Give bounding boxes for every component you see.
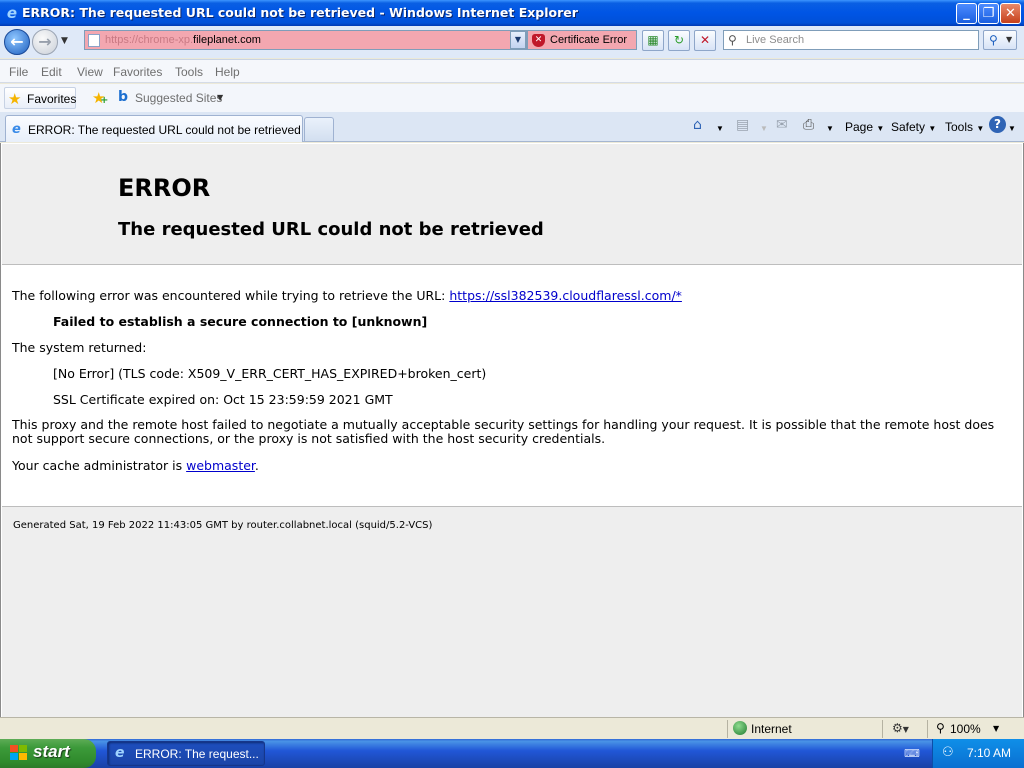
- read-mail-icon[interactable]: ✉: [776, 117, 788, 133]
- title-bar: e ERROR: The requested URL could not be …: [0, 0, 1024, 26]
- refresh-button[interactable]: ↻: [668, 30, 690, 51]
- system-returned-label: The system returned:: [12, 340, 147, 355]
- home-dropdown[interactable]: ▼: [716, 120, 724, 134]
- failure-reason: Failed to establish a secure connection …: [53, 314, 428, 329]
- error-header: ERROR The requested URL could not be ret…: [2, 144, 1022, 265]
- compatibility-view-button[interactable]: ▦: [642, 30, 664, 51]
- feeds-dropdown[interactable]: ▼: [760, 120, 768, 134]
- start-button[interactable]: start: [0, 739, 96, 768]
- magnifier-icon: ⚲: [989, 33, 998, 47]
- keyboard-icon[interactable]: ⌨: [904, 747, 920, 760]
- forward-button[interactable]: →: [32, 29, 58, 55]
- ie-logo-icon: e: [6, 4, 18, 22]
- window-title: ERROR: The requested URL could not be re…: [22, 5, 578, 20]
- menu-edit[interactable]: Edit: [41, 65, 62, 79]
- page-menu[interactable]: Page ▼: [845, 120, 884, 134]
- status-divider: [927, 720, 928, 738]
- help-icon[interactable]: ?: [989, 116, 1006, 133]
- proxy-explanation: This proxy and the remote host failed to…: [12, 417, 995, 446]
- ie-taskbar-icon: e: [115, 745, 125, 761]
- page-content: ERROR The requested URL could not be ret…: [0, 143, 1024, 717]
- zoom-level[interactable]: 100%: [950, 722, 981, 736]
- tools-menu[interactable]: Tools ▼: [945, 120, 984, 134]
- menu-view[interactable]: View: [77, 65, 103, 79]
- tls-code-text: [No Error] (TLS code: X509_V_ERR_CERT_HA…: [53, 366, 487, 381]
- close-window-button[interactable]: ✕: [1000, 3, 1021, 24]
- search-input[interactable]: Live Search: [746, 34, 804, 46]
- network-icon[interactable]: ⚇: [942, 745, 954, 760]
- taskbar-item-ie[interactable]: e ERROR: The request...: [107, 741, 265, 766]
- start-label: start: [33, 742, 70, 761]
- certificate-error-label: Certificate Error: [550, 34, 628, 46]
- menu-help[interactable]: Help: [215, 65, 240, 79]
- taskbar-item-label: ERROR: The request...: [135, 747, 259, 761]
- new-tab-button[interactable]: [304, 117, 334, 141]
- webmaster-link[interactable]: webmaster: [186, 458, 255, 473]
- security-zone-label[interactable]: Internet: [751, 722, 792, 736]
- page-subtitle: The requested URL could not be retrieved: [118, 219, 544, 240]
- feeds-icon[interactable]: ▤: [736, 117, 749, 133]
- favorites-button[interactable]: ★ Favorites: [4, 87, 76, 109]
- maximize-button[interactable]: ❐: [978, 3, 999, 24]
- print-icon[interactable]: ⎙: [803, 117, 814, 133]
- shield-error-icon: ✕: [532, 34, 545, 47]
- search-box[interactable]: ⚲ Live Search: [723, 30, 979, 50]
- protected-mode-icon[interactable]: ⚙▼: [892, 721, 909, 735]
- footer-area: Generated Sat, 19 Feb 2022 11:43:05 GMT …: [2, 506, 1022, 717]
- windows-logo-icon: [10, 745, 28, 761]
- ssl-expired-text: SSL Certificate expired on: Oct 15 23:59…: [53, 392, 393, 407]
- add-to-favorites-bar-icon[interactable]: ★ +: [92, 89, 108, 107]
- search-button[interactable]: ⚲ ▼: [983, 30, 1017, 50]
- bing-icon: b: [118, 89, 129, 105]
- page-title: ERROR: [118, 174, 211, 202]
- cache-admin-text: Your cache administrator is webmaster.: [12, 458, 259, 473]
- help-dropdown[interactable]: ▼: [1008, 120, 1016, 134]
- generated-footer: Generated Sat, 19 Feb 2022 11:43:05 GMT …: [13, 520, 433, 531]
- internet-zone-icon: [733, 721, 747, 735]
- suggested-sites-dropdown[interactable]: ▼: [217, 93, 223, 102]
- minimize-button[interactable]: _: [956, 3, 977, 24]
- error-intro: The following error was encountered whil…: [12, 288, 682, 303]
- status-divider: [727, 720, 728, 738]
- home-icon[interactable]: ⌂: [693, 117, 702, 133]
- ie-page-icon: e: [12, 122, 21, 137]
- stop-button[interactable]: ✕: [694, 30, 716, 51]
- back-button[interactable]: ←: [4, 29, 30, 55]
- menu-tools[interactable]: Tools: [175, 65, 203, 79]
- menu-file[interactable]: File: [9, 65, 28, 79]
- system-tray: ⚇ 7:10 AM: [932, 739, 1024, 768]
- zoom-icon: ⚲: [936, 721, 945, 735]
- failed-url-link[interactable]: https://ssl382539.cloudflaressl.com/*: [449, 288, 682, 303]
- zoom-dropdown[interactable]: ▼: [993, 724, 999, 733]
- navigation-bar: ← → ▼ https://chrome-xp.fileplanet.com ▼…: [0, 26, 1024, 58]
- star-icon: ★: [8, 90, 22, 108]
- tab-bar: e ERROR: The requested URL could not be …: [0, 112, 1024, 142]
- recent-pages-dropdown[interactable]: ▼: [61, 36, 68, 46]
- favorites-label: Favorites: [27, 92, 77, 106]
- print-dropdown[interactable]: ▼: [826, 120, 834, 134]
- tab-active[interactable]: e ERROR: The requested URL could not be …: [5, 115, 303, 142]
- clock[interactable]: 7:10 AM: [967, 746, 1011, 760]
- address-bar[interactable]: https://chrome-xp.fileplanet.com: [84, 30, 527, 50]
- address-dropdown-button[interactable]: ▼: [510, 31, 526, 49]
- menu-favorites[interactable]: Favorites: [113, 65, 162, 79]
- status-bar: Internet ⚙▼ ⚲ 100% ▼: [0, 717, 1024, 739]
- page-icon: [88, 34, 100, 47]
- search-icon: ⚲: [728, 33, 737, 47]
- address-url[interactable]: https://chrome-xp.fileplanet.com: [105, 34, 261, 46]
- menu-bar: File Edit View Favorites Tools Help: [0, 59, 1024, 83]
- favorites-bar: ★ Favorites ★ + b Suggested Sites ▼: [0, 84, 1024, 112]
- certificate-error-button[interactable]: ✕ Certificate Error: [527, 30, 637, 50]
- status-divider: [882, 720, 883, 738]
- safety-menu[interactable]: Safety ▼: [891, 120, 936, 134]
- tab-title: ERROR: The requested URL could not be re…: [28, 123, 301, 137]
- taskbar: start e ERROR: The request... ⌨ ⚇ 7:10 A…: [0, 739, 1024, 768]
- suggested-sites-link[interactable]: Suggested Sites: [135, 91, 222, 105]
- search-options-dropdown[interactable]: ▼: [1006, 35, 1012, 44]
